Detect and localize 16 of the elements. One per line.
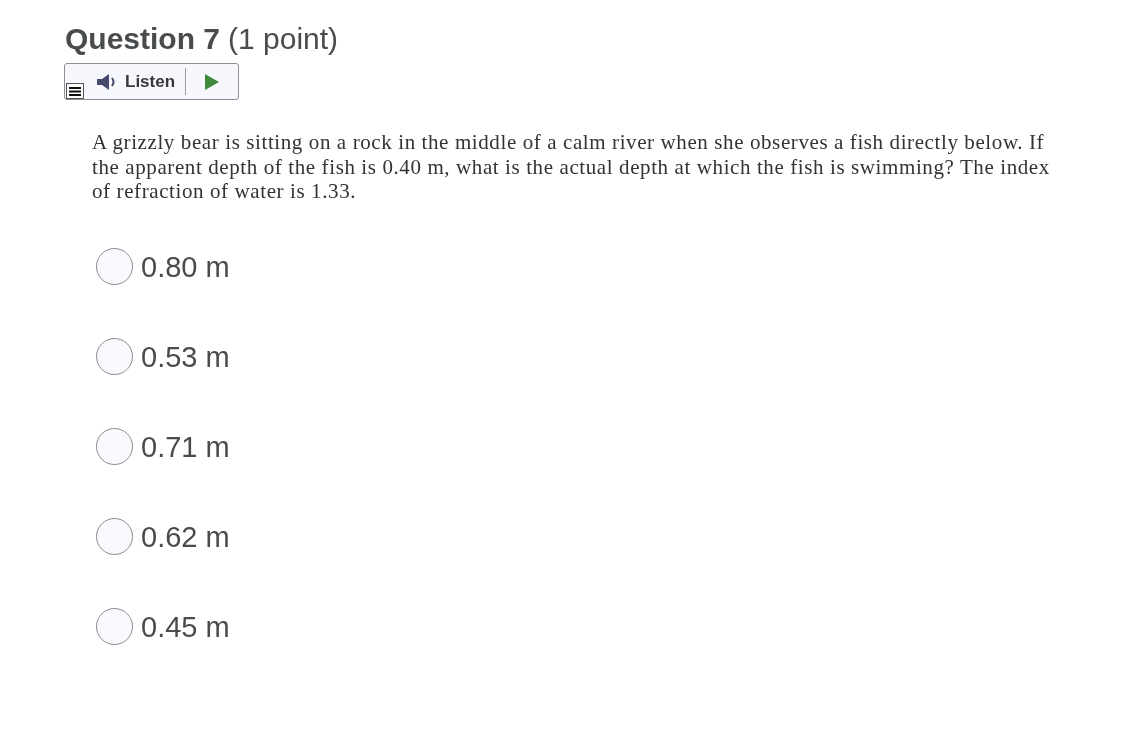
radio-button[interactable] xyxy=(96,338,133,375)
points-label: (1 point) xyxy=(228,21,339,57)
listen-button[interactable]: Listen xyxy=(65,68,187,95)
menu-icon[interactable] xyxy=(66,83,84,99)
answer-label: 0.62 m xyxy=(141,519,230,554)
radio-button[interactable] xyxy=(96,428,133,465)
radio-button[interactable] xyxy=(96,518,133,555)
answer-label: 0.80 m xyxy=(141,249,230,284)
answer-label: 0.71 m xyxy=(141,429,230,464)
question-title: Question 7 xyxy=(65,21,221,57)
radio-button[interactable] xyxy=(96,608,133,645)
question-text: A grizzly bear is sitting on a rock in the middle of a calm river when she observes a fish directly below. If the apparent depth of the fish is 0.40 m, what is the actual depth at which the fish is swimming? The index of refraction of water is 1.33. xyxy=(92,130,1051,204)
radio-button[interactable] xyxy=(96,248,133,285)
play-icon xyxy=(205,73,220,90)
answer-label: 0.45 m xyxy=(141,609,230,644)
answer-label: 0.53 m xyxy=(141,339,230,374)
